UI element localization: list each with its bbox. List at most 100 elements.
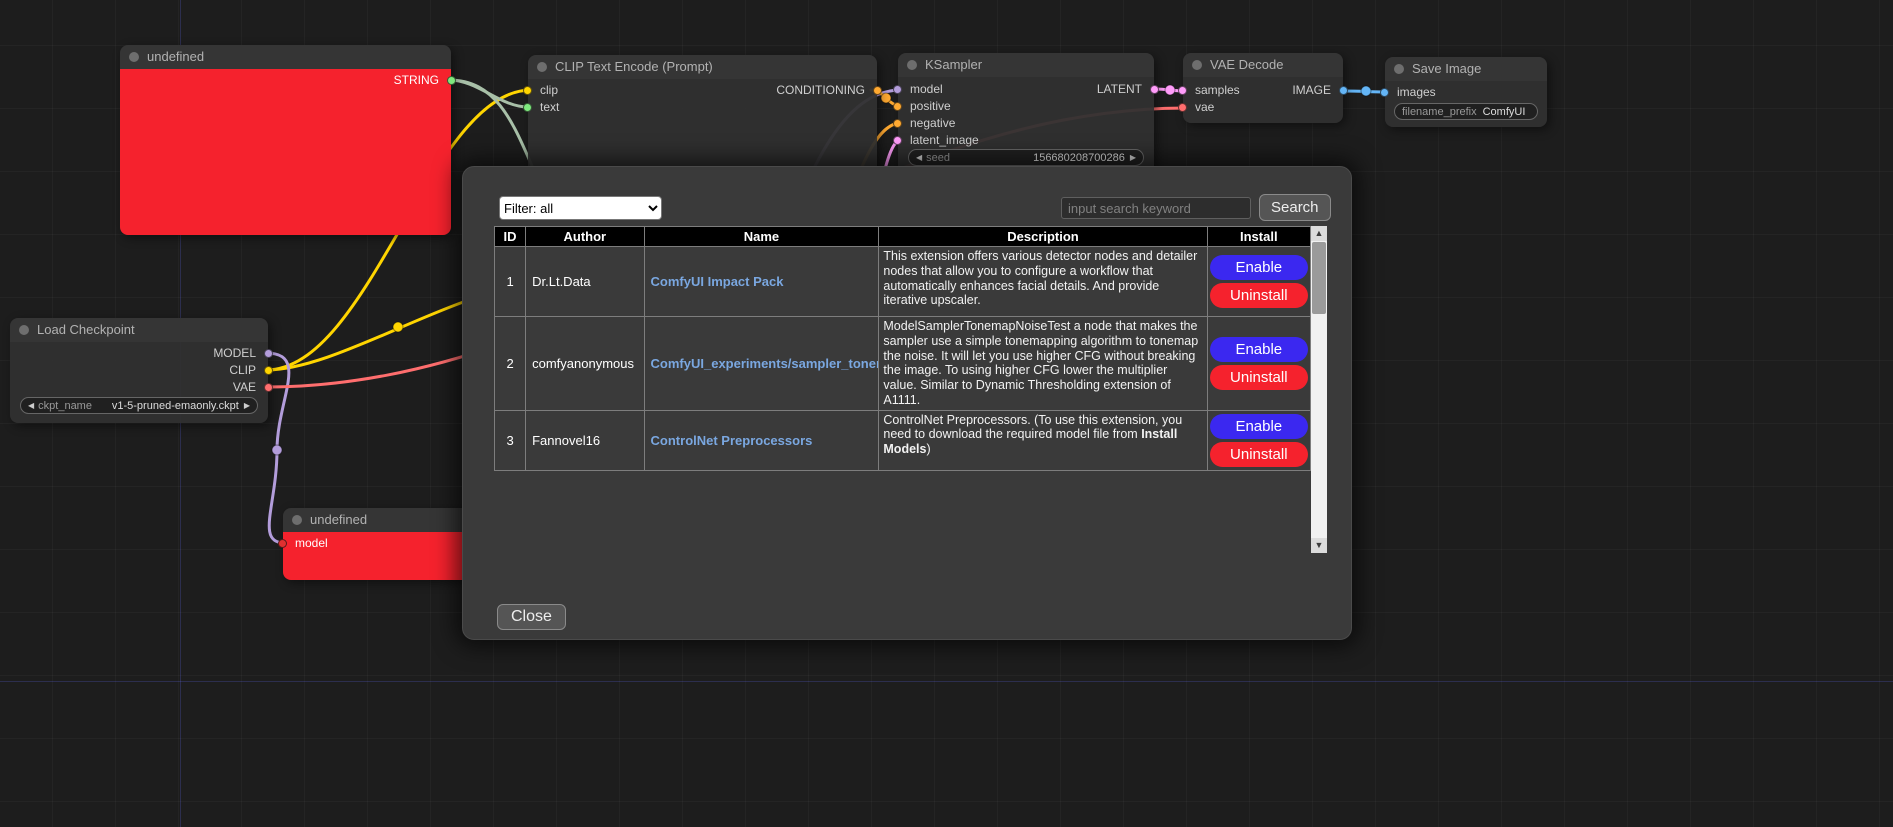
input-dot-images[interactable] — [1380, 88, 1389, 97]
table-scrollbar[interactable]: ▲ ▼ — [1311, 226, 1327, 553]
extension-table: ID Author Name Description Install 1 Dr.… — [494, 226, 1311, 471]
cell-install: Enable Uninstall — [1207, 247, 1310, 317]
input-label-images: images — [1397, 85, 1436, 99]
cell-description: ModelSamplerTonemapNoiseTest a node that… — [879, 317, 1207, 411]
cell-author: comfyanonymous — [526, 317, 644, 411]
enable-button[interactable]: Enable — [1210, 414, 1308, 439]
input-dot-negative[interactable] — [893, 119, 902, 128]
input-label-clip: clip — [540, 83, 558, 97]
node-title-bar[interactable]: Save Image — [1385, 57, 1547, 81]
link-dot-conditioning — [881, 93, 891, 103]
node-title-text: VAE Decode — [1210, 57, 1283, 72]
collapse-dot-icon[interactable] — [292, 515, 302, 525]
input-dot-vae[interactable] — [1178, 103, 1187, 112]
output-dot-string[interactable] — [447, 76, 456, 85]
node-clip-text-encode[interactable]: CLIP Text Encode (Prompt) clip text COND… — [528, 55, 877, 175]
cell-name: ControlNet Preprocessors — [644, 410, 879, 470]
extension-name-link[interactable]: ControlNet Preprocessors — [651, 433, 813, 448]
input-dot-latent-image[interactable] — [893, 136, 902, 145]
link-dot-clip — [393, 322, 403, 332]
output-dot-conditioning[interactable] — [873, 86, 882, 95]
output-label-clip: CLIP — [229, 363, 256, 377]
input-label-model: model — [295, 536, 328, 550]
node-ksampler[interactable]: KSampler model positive negative latent_… — [898, 53, 1154, 177]
output-label-conditioning: CONDITIONING — [776, 83, 865, 97]
description-text: ) — [926, 442, 930, 456]
close-button[interactable]: Close — [497, 604, 566, 630]
collapse-dot-icon[interactable] — [1394, 64, 1404, 74]
collapse-dot-icon[interactable] — [1192, 60, 1202, 70]
collapse-dot-icon[interactable] — [537, 62, 547, 72]
collapse-dot-icon[interactable] — [907, 60, 917, 70]
cell-install: Enable Uninstall — [1207, 317, 1310, 411]
table-row: 3 Fannovel16 ControlNet Preprocessors Co… — [495, 410, 1311, 470]
collapse-dot-icon[interactable] — [129, 52, 139, 62]
input-label-latent-image: latent_image — [910, 133, 979, 147]
input-label-negative: negative — [910, 116, 955, 130]
search-button[interactable]: Search — [1259, 194, 1331, 221]
uninstall-button[interactable]: Uninstall — [1210, 283, 1308, 308]
comfyui-canvas[interactable]: undefined STRING CLIP Text Encode (Promp… — [0, 0, 1893, 827]
output-dot-image[interactable] — [1339, 86, 1348, 95]
input-dot-model[interactable] — [278, 539, 287, 548]
node-load-checkpoint[interactable]: Load Checkpoint MODEL CLIP VAE ◀ ckpt_na… — [10, 318, 268, 423]
input-dot-positive[interactable] — [893, 102, 902, 111]
input-dot-text[interactable] — [523, 103, 532, 112]
enable-button[interactable]: Enable — [1210, 255, 1308, 280]
node-undefined-top[interactable]: undefined STRING — [120, 45, 451, 235]
node-vae-decode[interactable]: VAE Decode samples vae IMAGE — [1183, 53, 1343, 123]
filter-select[interactable]: Filter: all — [499, 196, 662, 220]
extension-name-link[interactable]: ComfyUI Impact Pack — [651, 274, 784, 289]
node-save-image[interactable]: Save Image images filename_prefix ComfyU… — [1385, 57, 1547, 127]
input-dot-clip[interactable] — [523, 86, 532, 95]
output-dot-clip[interactable] — [264, 366, 273, 375]
output-label-latent: LATENT — [1097, 82, 1142, 96]
node-title-bar[interactable]: VAE Decode — [1183, 53, 1343, 77]
description-text: ControlNet Preprocessors. (To use this e… — [883, 413, 1182, 442]
cell-name: ComfyUI_experiments/sampler_tonemap — [644, 317, 879, 411]
collapse-dot-icon[interactable] — [19, 325, 29, 335]
ckpt-name-widget[interactable]: ◀ ckpt_name v1-5-pruned-emaonly.ckpt ▶ — [20, 397, 258, 414]
seed-widget[interactable]: ◀ seed 156680208700286 ▶ — [908, 149, 1144, 166]
seed-widget-label: seed — [926, 152, 950, 164]
scroll-down-icon[interactable]: ▼ — [1311, 538, 1327, 553]
input-dot-samples[interactable] — [1178, 86, 1187, 95]
table-row: 1 Dr.Lt.Data ComfyUI Impact Pack This ex… — [495, 247, 1311, 317]
seed-decrement-icon[interactable]: ◀ — [916, 150, 922, 165]
header-install: Install — [1207, 227, 1310, 247]
cell-name: ComfyUI Impact Pack — [644, 247, 879, 317]
cell-author: Dr.Lt.Data — [526, 247, 644, 317]
ckpt-name-label: ckpt_name — [38, 400, 92, 412]
uninstall-button[interactable]: Uninstall — [1210, 442, 1308, 467]
enable-button[interactable]: Enable — [1210, 337, 1308, 362]
header-description: Description — [879, 227, 1207, 247]
ckpt-prev-icon[interactable]: ◀ — [28, 398, 34, 413]
extension-name-link[interactable]: ComfyUI_experiments/sampler_tonemap — [651, 356, 879, 371]
scrollbar-thumb[interactable] — [1312, 242, 1326, 314]
uninstall-button[interactable]: Uninstall — [1210, 365, 1308, 390]
extension-manager-dialog: Filter: all Search ID Author Name Descri… — [462, 166, 1352, 640]
cell-id: 1 — [495, 247, 526, 317]
node-title-bar[interactable]: CLIP Text Encode (Prompt) — [528, 55, 877, 79]
output-label-string: STRING — [394, 73, 439, 87]
seed-increment-icon[interactable]: ▶ — [1130, 150, 1136, 165]
node-title-bar[interactable]: KSampler — [898, 53, 1154, 77]
input-label-model: model — [910, 82, 943, 96]
node-body-error — [120, 69, 451, 235]
input-dot-model[interactable] — [893, 85, 902, 94]
ckpt-next-icon[interactable]: ▶ — [244, 398, 250, 413]
node-title-text: undefined — [310, 512, 367, 527]
input-label-text: text — [540, 100, 559, 114]
search-input[interactable] — [1061, 197, 1251, 219]
filename-prefix-value: ComfyUI — [1483, 106, 1525, 118]
node-title-text: Load Checkpoint — [37, 322, 135, 337]
output-dot-model[interactable] — [264, 349, 273, 358]
output-dot-vae[interactable] — [264, 383, 273, 392]
scroll-up-icon[interactable]: ▲ — [1311, 226, 1327, 241]
output-dot-latent[interactable] — [1150, 85, 1159, 94]
link-dot-model — [272, 445, 282, 455]
filename-prefix-widget[interactable]: filename_prefix ComfyUI — [1394, 103, 1538, 120]
node-title-bar[interactable]: undefined — [120, 45, 451, 69]
node-title-bar[interactable]: Load Checkpoint — [10, 318, 268, 342]
ckpt-name-value: v1-5-pruned-emaonly.ckpt — [112, 400, 239, 412]
